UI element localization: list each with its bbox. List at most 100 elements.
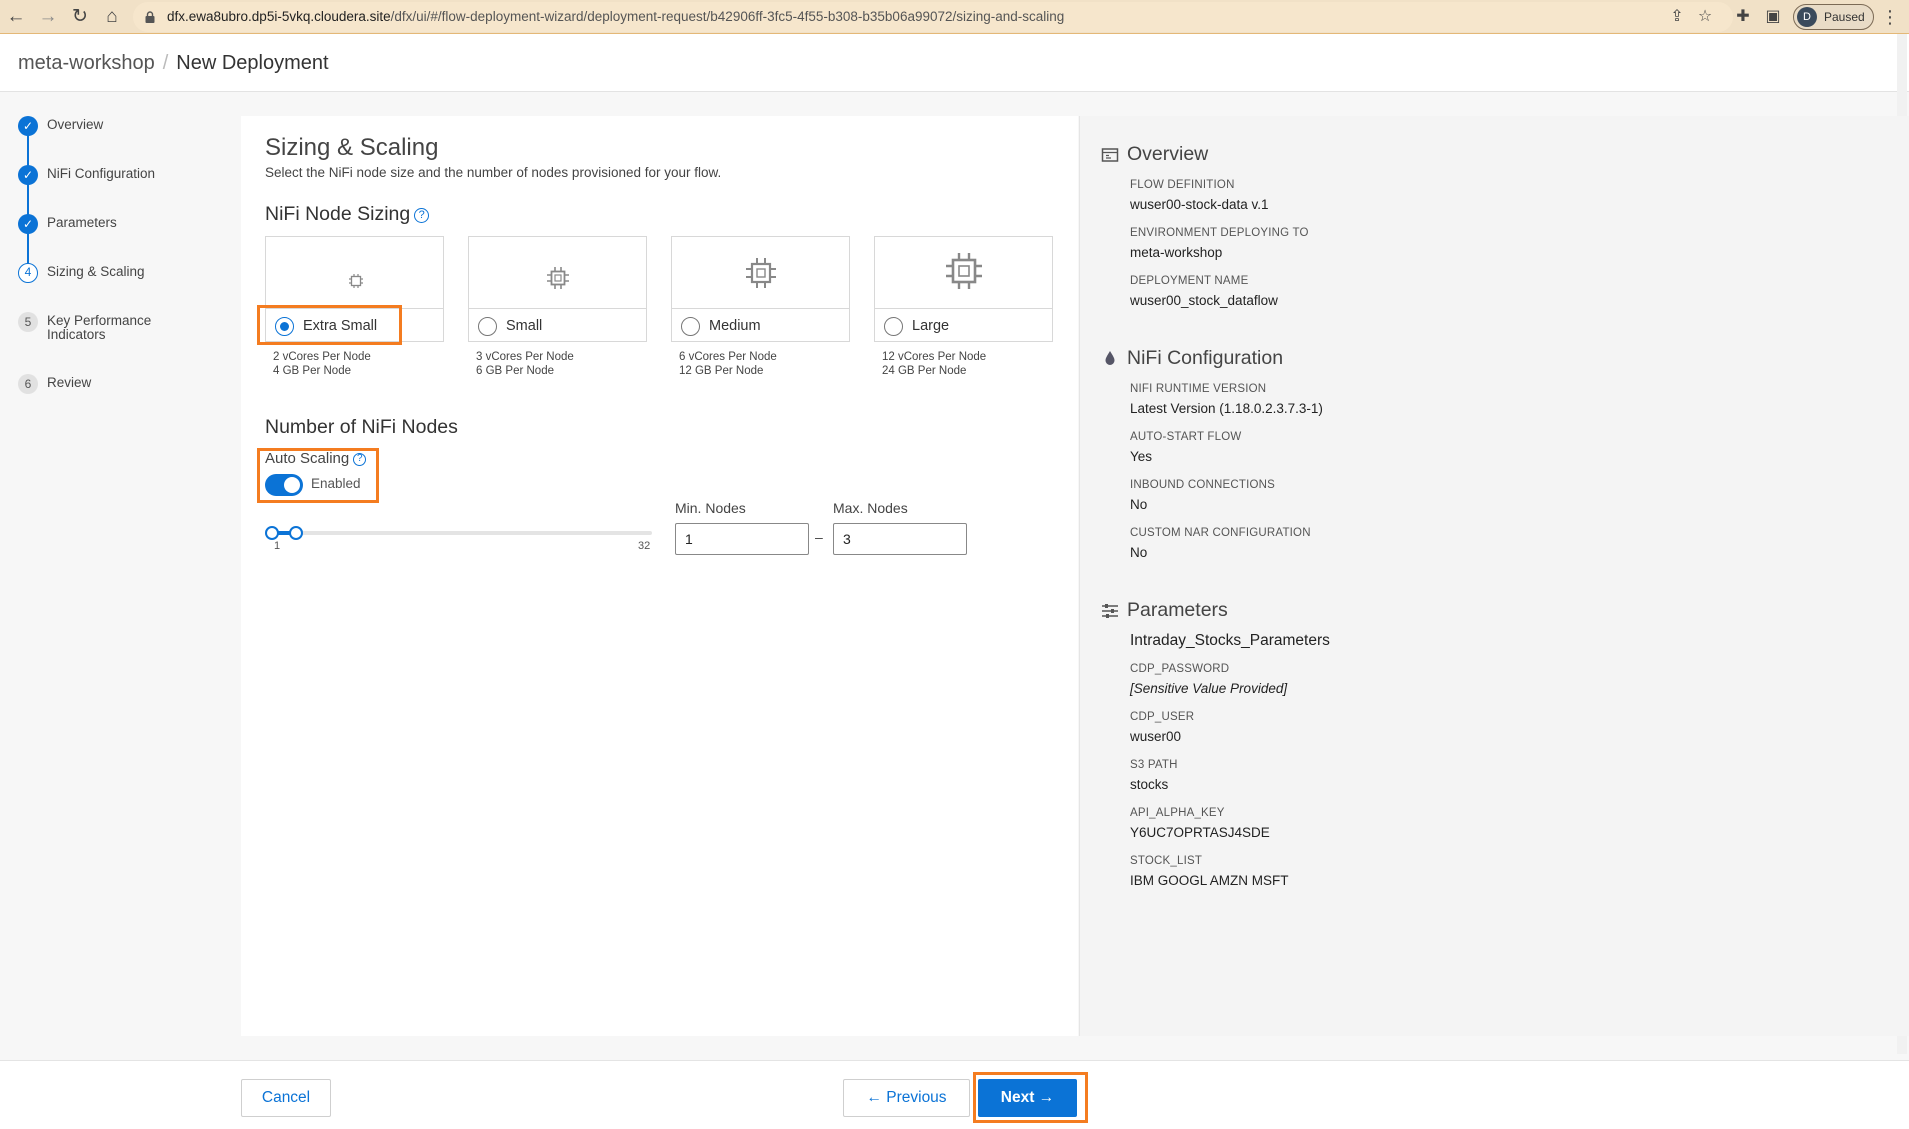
section-title: Sizing & Scaling [265,134,439,161]
url-path: /dfx/ui/#/flow-deployment-wizard/deploym… [390,9,1065,24]
size-spec-medium: 6 vCores Per Node 12 GB Per Node [679,350,777,378]
slider-max-tick: 32 [638,540,651,552]
slider-min-handle[interactable] [265,526,279,540]
step-review[interactable]: 6 Review [18,374,218,410]
summary-value: [Sensitive Value Provided] [1130,681,1288,696]
summary-key: CDP_USER [1130,711,1195,723]
max-nodes-input[interactable]: 3 [833,523,967,555]
breadcrumb: meta-workshop / New Deployment [18,52,329,75]
overview-title: Overview [1127,143,1209,165]
summary-value: wuser00_stock_dataflow [1130,293,1278,308]
chip-area [469,237,646,309]
max-nodes-label: Max. Nodes [833,500,908,516]
address-bar[interactable]: dfx.ewa8ubro.dp5i-5vkq.cloudera.site/dfx… [133,2,1733,32]
node-range-slider[interactable] [272,531,652,535]
bookmark-star-icon[interactable]: ☆ [1692,4,1718,30]
size-label: Small [506,318,543,334]
nifi-drop-icon [1105,351,1115,365]
reload-icon[interactable]: ↻ [66,3,94,31]
size-spec-extra-small: 2 vCores Per Node 4 GB Per Node [273,350,371,378]
url-host: dfx.ewa8ubro.dp5i-5vkq.cloudera.site [167,9,391,24]
summary-value: meta-workshop [1130,245,1223,260]
summary-key: FLOW DEFINITION [1130,179,1235,191]
share-icon[interactable]: ⇪ [1664,4,1690,30]
step-key-performance-indicators[interactable]: 5 Key Performance Indicators [18,312,218,348]
summary-value: wuser00-stock-data v.1 [1130,197,1269,212]
page-title: New Deployment [176,52,329,74]
summary-value: No [1130,497,1148,512]
section-subtitle: Select the NiFi node size and the number… [265,165,722,180]
parameters-sliders-icon [1102,604,1118,618]
side-panel-icon[interactable]: ▣ [1760,4,1786,30]
min-nodes-input[interactable]: 1 [675,523,809,555]
radio-medium[interactable] [681,317,700,336]
summary-value: No [1130,545,1148,560]
step-check-icon: ✓ [18,214,38,234]
summary-key: AUTO-START FLOW [1130,431,1242,443]
extensions-puzzle-icon[interactable]: ✚ [1730,4,1756,30]
spec-cores: 6 vCores Per Node [679,351,777,363]
chip-area [266,237,443,309]
step-nifi-configuration[interactable]: ✓ NiFi Configuration [18,165,218,201]
radio-small[interactable] [478,317,497,336]
help-icon[interactable]: ? [414,208,430,223]
step-parameters[interactable]: ✓ Parameters [18,214,218,250]
summary-key: STOCK_LIST [1130,855,1203,867]
size-card-medium[interactable]: Medium [671,236,850,342]
step-label: Overview [47,117,104,132]
forward-arrow-icon[interactable]: → [34,3,62,31]
min-nodes-label: Min. Nodes [675,500,746,516]
url-text: dfx.ewa8ubro.dp5i-5vkq.cloudera.site/dfx… [167,2,1064,32]
cancel-button[interactable]: Cancel [241,1079,331,1117]
step-check-icon: ✓ [18,165,38,185]
chip-icon [746,258,776,288]
profile-chip[interactable]: D Paused [1793,4,1874,30]
browser-menu-icon[interactable]: ⋮ [1880,4,1900,30]
summary-value: Yes [1130,449,1153,464]
page-header: meta-workshop / New Deployment [0,34,1909,92]
previous-button[interactable]: ← Previous [843,1079,970,1117]
step-label: Key Performance Indicators [47,313,152,342]
nifi-configuration-title: NiFi Configuration [1127,347,1284,369]
spec-memory: 6 GB Per Node [476,365,554,377]
step-number: 4 [18,263,38,283]
size-label: Large [912,318,950,334]
breadcrumb-separator: / [162,52,169,74]
summary-key: ENVIRONMENT DEPLOYING TO [1130,227,1309,239]
chip-area [672,237,849,309]
spec-cores: 2 vCores Per Node [273,351,371,363]
step-label: Parameters [47,215,117,230]
summary-value: stocks [1130,777,1169,792]
spec-cores: 3 vCores Per Node [476,351,574,363]
highlight-auto-scaling [257,448,379,503]
highlight-extra-small [257,305,402,345]
profile-status: Paused [1824,10,1865,24]
step-sizing-scaling[interactable]: 4 Sizing & Scaling [18,263,218,299]
summary-key: CUSTOM NAR CONFIGURATION [1130,527,1311,539]
parameter-group-name: Intraday_Stocks_Parameters [1130,632,1330,649]
slider-max-handle[interactable] [289,526,303,540]
spec-memory: 4 GB Per Node [273,365,351,377]
summary-key: CDP_PASSWORD [1130,663,1230,675]
lock-icon [145,11,155,23]
summary-key: API_ALPHA_KEY [1130,807,1225,819]
chip-icon [349,274,363,288]
slider-min-tick: 1 [274,540,281,552]
size-label: Medium [709,318,761,334]
step-overview[interactable]: ✓ Overview [18,116,218,152]
home-icon[interactable]: ⌂ [98,3,126,31]
arrow-left-icon: ← [866,1089,887,1106]
summary-value: Latest Version (1.18.0.2.3.7.3-1) [1130,401,1323,416]
radio-large[interactable] [884,317,903,336]
back-arrow-icon[interactable]: ← [2,3,30,31]
spec-memory: 24 GB Per Node [882,365,967,377]
summary-key: S3 PATH [1130,759,1178,771]
size-spec-large: 12 vCores Per Node 24 GB Per Node [882,350,986,378]
summary-value: IBM GOOGL AMZN MSFT [1130,873,1289,888]
breadcrumb-environment[interactable]: meta-workshop [18,52,155,74]
size-card-small[interactable]: Small [468,236,647,342]
step-label: Review [47,375,92,390]
highlight-next-button [973,1072,1088,1123]
size-card-large[interactable]: Large [874,236,1053,342]
summary-key: DEPLOYMENT NAME [1130,275,1249,287]
